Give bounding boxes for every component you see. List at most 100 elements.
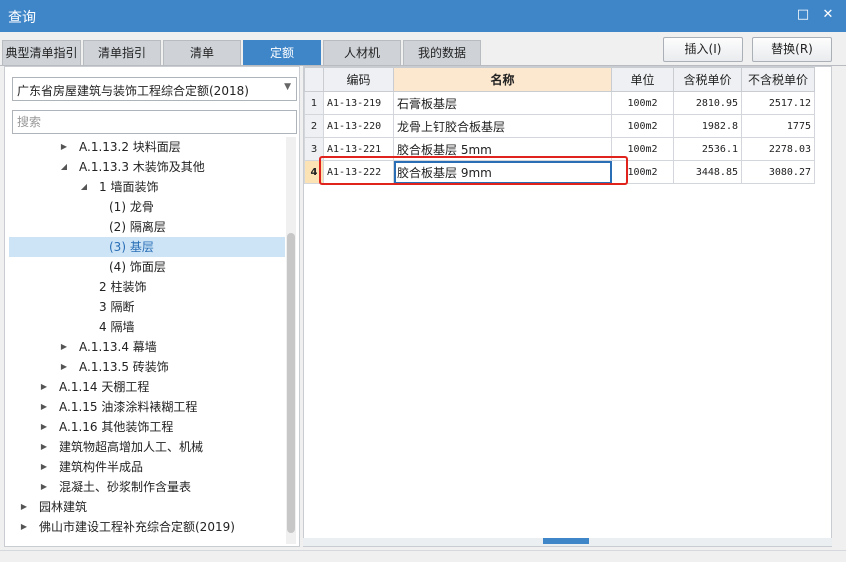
row-number[interactable]: 2	[304, 114, 324, 138]
tree-item[interactable]: 4 隔墙	[9, 317, 285, 337]
column-header-unit[interactable]: 单位	[611, 67, 674, 92]
tree-item[interactable]: ▶ A.1.13.5 砖装饰	[9, 357, 285, 377]
tree-item[interactable]: 2 柱装饰	[9, 277, 285, 297]
cell-price-with-tax[interactable]: 1982.8	[673, 114, 742, 138]
tree-item[interactable]: ▶ A.1.13.4 幕墙	[9, 337, 285, 357]
expand-arrow-icon[interactable]: ▶	[39, 377, 49, 397]
tree-item-label: A.1.13.5 砖装饰	[79, 360, 169, 374]
expand-arrow-icon[interactable]: ▶	[59, 357, 69, 377]
tree-item[interactable]: ▶ A.1.16 其他装饰工程	[9, 417, 285, 437]
cell-price-with-tax[interactable]: 2536.1	[673, 137, 742, 161]
tab-typical-bill-guide[interactable]: 典型清单指引	[2, 40, 81, 65]
table-row[interactable]: 1 A1-13-219 石膏板基层 100m2 2810.95 2517.12	[304, 91, 815, 115]
cell-unit[interactable]: 100m2	[611, 91, 674, 115]
tree-item[interactable]: (2) 隔离层	[9, 217, 285, 237]
tree-item[interactable]: (3) 基层	[9, 237, 285, 257]
quota-list-panel: 编码 名称 单位 含税单价 不含税单价 1 A1-13-219 石膏板基层 100m2…	[303, 66, 832, 547]
tree-item-label: A.1.13.4 幕墙	[79, 340, 157, 354]
tree-item-label: 佛山市建设工程补充综合定额(2019)	[39, 520, 235, 534]
tree-item-label: A.1.15 油漆涂料裱糊工程	[59, 400, 198, 414]
column-header-name[interactable]: 名称	[393, 67, 612, 92]
tree-item[interactable]: ▶ 建筑物超高增加人工、机械	[9, 437, 285, 457]
cell-code[interactable]: A1-13-219	[323, 91, 394, 115]
panel-splitter[interactable]	[303, 538, 832, 546]
title-bar: 查询 □ ✕	[0, 0, 846, 32]
tree-item[interactable]: ▶ A.1.13.2 块料面层	[9, 137, 285, 157]
tree-scrollbar[interactable]	[286, 137, 296, 544]
tree-item-label: 混凝土、砂浆制作含量表	[59, 480, 192, 494]
cell-code[interactable]: A1-13-220	[323, 114, 394, 138]
collapse-arrow-icon[interactable]: ◢	[59, 157, 69, 177]
search-input[interactable]	[12, 110, 297, 134]
tree-item[interactable]: 3 隔断	[9, 297, 285, 317]
expand-arrow-icon[interactable]: ▶	[39, 437, 49, 457]
expand-arrow-icon[interactable]: ▶	[39, 457, 49, 477]
chevron-down-icon[interactable]: ▼	[284, 82, 291, 92]
tab-labor-material-machine[interactable]: 人材机	[323, 40, 401, 65]
expand-arrow-icon[interactable]: ▶	[39, 477, 49, 497]
tree-item[interactable]: (4) 饰面层	[9, 257, 285, 277]
column-header-price-without-tax[interactable]: 不含税单价	[741, 67, 815, 92]
expand-arrow-icon[interactable]: ▶	[39, 417, 49, 437]
cell-price-without-tax[interactable]: 2517.12	[741, 91, 815, 115]
tree-item-label: 园林建筑	[39, 500, 88, 514]
cell-price-without-tax[interactable]: 2278.03	[741, 137, 815, 161]
status-bar	[0, 550, 846, 562]
tree-item[interactable]: ▶ 建筑构件半成品	[9, 457, 285, 477]
collapse-arrow-icon[interactable]: ◢	[79, 177, 89, 197]
tab-quota[interactable]: 定额	[243, 40, 321, 65]
column-header-code[interactable]: 编码	[323, 67, 394, 92]
insert-button[interactable]: 插入(I)	[663, 37, 743, 62]
expand-arrow-icon[interactable]: ▶	[19, 517, 29, 537]
tree-item-label: (2) 隔离层	[109, 220, 166, 234]
tree-item[interactable]: ◢ A.1.13.3 木装饰及其他	[9, 157, 285, 177]
tree-item[interactable]: ◢ 1 墙面装饰	[9, 177, 285, 197]
cell-unit[interactable]: 100m2	[611, 114, 674, 138]
tree-item-label: A.1.13.2 块料面层	[79, 140, 181, 154]
close-icon[interactable]: ✕	[819, 6, 837, 24]
maximize-icon[interactable]: □	[794, 6, 812, 24]
quota-library-value: 广东省房屋建筑与装饰工程综合定额(2018)	[17, 84, 249, 98]
tree-item[interactable]: ▶ A.1.15 油漆涂料裱糊工程	[9, 397, 285, 417]
tree-item-label: 2 柱装饰	[99, 280, 147, 294]
tree-item-label: 4 隔墙	[99, 320, 135, 334]
row-number[interactable]: 1	[304, 91, 324, 115]
column-header-price-with-tax[interactable]: 含税单价	[673, 67, 742, 92]
tree-item-label: 1 墙面装饰	[99, 180, 159, 194]
tree-item-label: A.1.14 天棚工程	[59, 380, 150, 394]
cell-price-without-tax[interactable]: 1775	[741, 114, 815, 138]
tree-item-label: A.1.13.3 木装饰及其他	[79, 160, 205, 174]
tab-my-data[interactable]: 我的数据	[403, 40, 481, 65]
expand-arrow-icon[interactable]: ▶	[19, 497, 29, 517]
cell-name[interactable]: 石膏板基层	[393, 91, 612, 115]
expand-arrow-icon[interactable]: ▶	[59, 137, 69, 157]
cell-price-without-tax[interactable]: 3080.27	[741, 160, 815, 184]
tab-bill[interactable]: 清单	[163, 40, 241, 65]
splitter-grip-handle[interactable]	[543, 538, 589, 544]
expand-arrow-icon[interactable]: ▶	[59, 337, 69, 357]
tree-item-label: 3 隔断	[99, 300, 135, 314]
tab-bill-guide[interactable]: 清单指引	[83, 40, 161, 65]
tree-item-label: 建筑物超高增加人工、机械	[59, 440, 204, 454]
quota-library-select[interactable]: 广东省房屋建筑与装饰工程综合定额(2018) ▼	[12, 77, 297, 101]
tree-item-label: (1) 龙骨	[109, 200, 154, 214]
cell-price-with-tax[interactable]: 3448.85	[673, 160, 742, 184]
tree-item-label: (4) 饰面层	[109, 260, 166, 274]
tree-item[interactable]: ▶ A.1.14 天棚工程	[9, 377, 285, 397]
tree-item[interactable]: ▶ 混凝土、砂浆制作含量表	[9, 477, 285, 497]
window-title: 查询	[8, 10, 36, 26]
quota-tree-panel: 广东省房屋建筑与装饰工程综合定额(2018) ▼ ▶ A.1.13.2 块料面层 ◢…	[4, 66, 300, 547]
table-row[interactable]: 2 A1-13-220 龙骨上钉胶合板基层 100m2 1982.8 1775	[304, 114, 815, 138]
tree-item[interactable]: ▶ 园林建筑	[9, 497, 285, 517]
tree-item-label: 建筑构件半成品	[59, 460, 144, 474]
tree-scrollbar-thumb[interactable]	[287, 233, 295, 533]
expand-arrow-icon[interactable]: ▶	[39, 397, 49, 417]
highlight-annotation-box	[319, 156, 628, 185]
cell-price-with-tax[interactable]: 2810.95	[673, 91, 742, 115]
tree-item-label: A.1.16 其他装饰工程	[59, 420, 174, 434]
tree-item[interactable]: ▶ 佛山市建设工程补充综合定额(2019)	[9, 517, 285, 537]
replace-button[interactable]: 替换(R)	[752, 37, 832, 62]
cell-name[interactable]: 龙骨上钉胶合板基层	[393, 114, 612, 138]
tree-item-label: (3) 基层	[109, 240, 154, 254]
tree-item[interactable]: (1) 龙骨	[9, 197, 285, 217]
